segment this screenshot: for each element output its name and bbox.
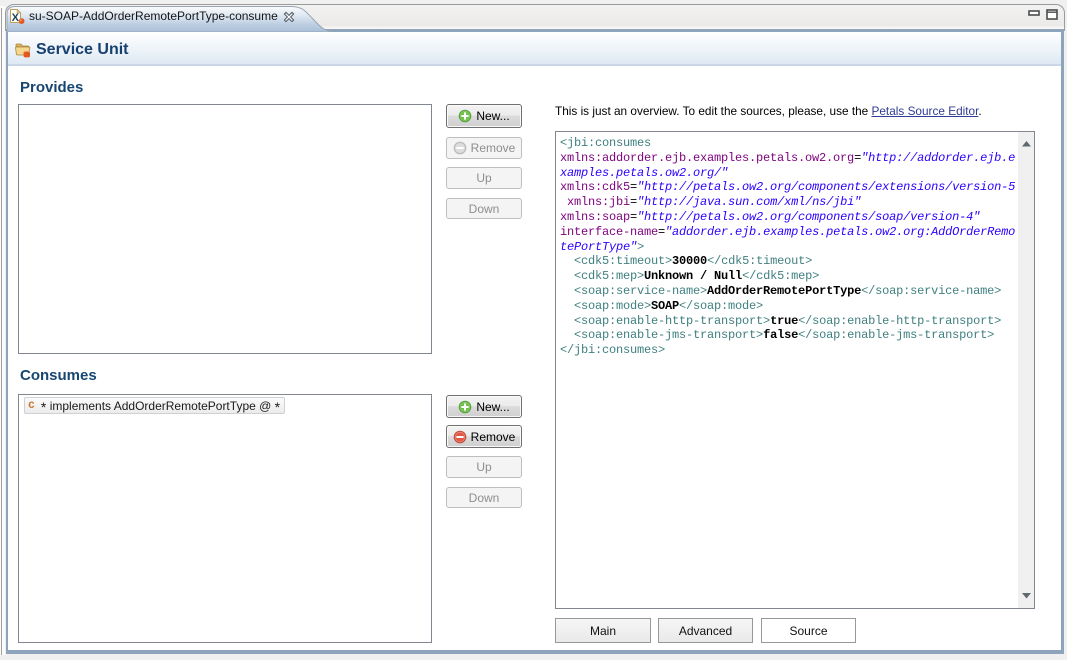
svg-text:X: X xyxy=(12,12,20,24)
